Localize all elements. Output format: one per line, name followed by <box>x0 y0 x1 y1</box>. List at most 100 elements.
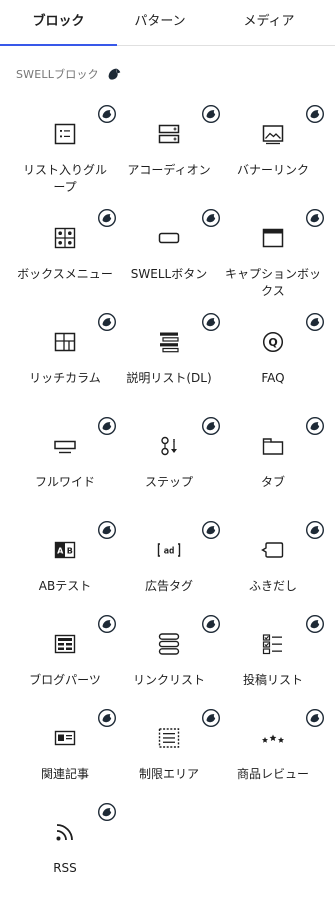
swell-badge-icon <box>305 104 325 124</box>
block-balloon[interactable]: ふきだし <box>221 516 325 610</box>
block-label: 投稿リスト <box>242 673 303 687</box>
block-label: 広告タグ <box>144 579 193 593</box>
ad-tag-icon: ad <box>157 543 181 557</box>
block-related-post[interactable]: 関連記事 <box>13 704 117 798</box>
block-label: FAQ <box>261 371 285 385</box>
post-list-icon <box>262 634 282 655</box>
block-rss[interactable]: RSS <box>13 798 117 892</box>
block-label: ボックスメニュー <box>17 267 113 281</box>
block-blog-parts[interactable]: ブログパーツ <box>13 610 117 704</box>
rss-icon <box>56 824 73 841</box>
block-label: ステップ <box>144 475 193 489</box>
inserter-tabs: ブロック パターン メディア <box>0 0 335 46</box>
block-label: SWELLボタン <box>130 267 208 281</box>
block-swell-button[interactable]: SWELLボタン <box>117 204 221 298</box>
svg-text:Q: Q <box>268 336 277 349</box>
button-icon <box>158 232 180 244</box>
block-list-group[interactable]: リスト入りグループ <box>13 100 117 194</box>
swell-badge-icon <box>201 520 221 540</box>
block-label: リスト入りグループ <box>22 163 107 194</box>
block-rich-column[interactable]: リッチカラム <box>13 308 117 402</box>
swell-badge-icon <box>97 104 117 124</box>
list-box-icon <box>54 123 76 145</box>
block-step[interactable]: ステップ <box>117 412 221 506</box>
svg-text:ad: ad <box>164 547 175 557</box>
accordion-icon <box>158 124 180 144</box>
swell-badge-icon <box>305 312 325 332</box>
swell-badge-icon <box>97 312 117 332</box>
block-full-wide[interactable]: フルワイド <box>13 412 117 506</box>
block-link-list[interactable]: リンクリスト <box>117 610 221 704</box>
swell-badge-icon <box>305 520 325 540</box>
swell-badge-icon <box>201 208 221 228</box>
block-label: 制限エリア <box>138 767 199 781</box>
block-accordion[interactable]: アコーディオン <box>117 100 221 194</box>
tab-patterns[interactable]: パターン <box>117 0 203 46</box>
swell-badge-icon <box>201 104 221 124</box>
block-label: アコーディオン <box>127 163 211 177</box>
description-list-icon <box>160 332 179 353</box>
category-title: SWELLブロック <box>16 68 99 81</box>
swell-badge-icon <box>305 416 325 436</box>
block-restricted-area[interactable]: 制限エリア <box>117 704 221 798</box>
related-post-icon <box>54 730 76 746</box>
ab-test-icon: AB <box>54 541 76 559</box>
swell-badge-icon <box>97 520 117 540</box>
box-menu-icon <box>54 227 76 249</box>
link-list-icon <box>158 633 180 655</box>
block-ad-tag[interactable]: ad 広告タグ <box>117 516 221 610</box>
block-label: キャプションボックス <box>225 267 322 298</box>
swell-badge-icon <box>97 416 117 436</box>
swell-badge-icon <box>201 708 221 728</box>
block-label: タブ <box>260 475 285 489</box>
swell-logo-icon <box>108 68 121 80</box>
block-label: 商品レビュー <box>236 767 309 781</box>
swell-badge-icon <box>97 208 117 228</box>
restricted-area-icon <box>158 728 180 748</box>
block-label: リンクリスト <box>132 673 205 687</box>
faq-icon: Q <box>262 331 284 353</box>
block-banner-link[interactable]: バナーリンク <box>221 100 325 194</box>
block-label: ふきだし <box>248 579 297 593</box>
block-tab[interactable]: タブ <box>221 412 325 506</box>
product-review-icon <box>262 734 284 743</box>
block-label: バナーリンク <box>236 163 309 177</box>
svg-text:B: B <box>67 547 73 556</box>
rich-column-icon <box>54 332 76 352</box>
swell-badge-icon <box>305 208 325 228</box>
block-label: 関連記事 <box>40 767 89 781</box>
caption-box-icon <box>262 228 284 248</box>
block-product-review[interactable]: 商品レビュー <box>221 704 325 798</box>
swell-badge-icon <box>305 614 325 634</box>
category-header: SWELLブロック <box>16 64 123 84</box>
swell-badge-icon <box>305 708 325 728</box>
block-faq[interactable]: Q FAQ <box>221 308 325 402</box>
block-caption-box[interactable]: キャプションボックス <box>221 204 325 298</box>
swell-badge-icon <box>97 802 117 822</box>
swell-badge-icon <box>97 708 117 728</box>
block-post-list[interactable]: 投稿リスト <box>221 610 325 704</box>
tab-icon <box>262 438 284 455</box>
block-label: フルワイド <box>34 475 95 489</box>
active-tab-indicator <box>0 44 117 46</box>
block-ab-test[interactable]: AB ABテスト <box>13 516 117 610</box>
block-label: 説明リスト(DL) <box>126 371 212 385</box>
block-label: ABテスト <box>38 579 92 593</box>
banner-image-icon <box>262 125 284 145</box>
swell-badge-icon <box>201 416 221 436</box>
block-label: RSS <box>53 861 77 875</box>
block-box-menu[interactable]: ボックスメニュー <box>13 204 117 298</box>
svg-text:A: A <box>57 547 64 556</box>
tab-blocks[interactable]: ブロック <box>0 0 117 46</box>
full-wide-icon <box>54 440 76 454</box>
blog-parts-icon <box>54 634 76 654</box>
swell-badge-icon <box>97 614 117 634</box>
swell-badge-icon <box>201 312 221 332</box>
block-label: ブログパーツ <box>29 673 101 687</box>
block-description-list[interactable]: 説明リスト(DL) <box>117 308 221 402</box>
step-icon <box>161 436 177 456</box>
swell-badge-icon <box>201 614 221 634</box>
block-label: リッチカラム <box>29 371 101 385</box>
tab-media[interactable]: メディア <box>203 0 335 46</box>
balloon-icon <box>261 542 284 558</box>
